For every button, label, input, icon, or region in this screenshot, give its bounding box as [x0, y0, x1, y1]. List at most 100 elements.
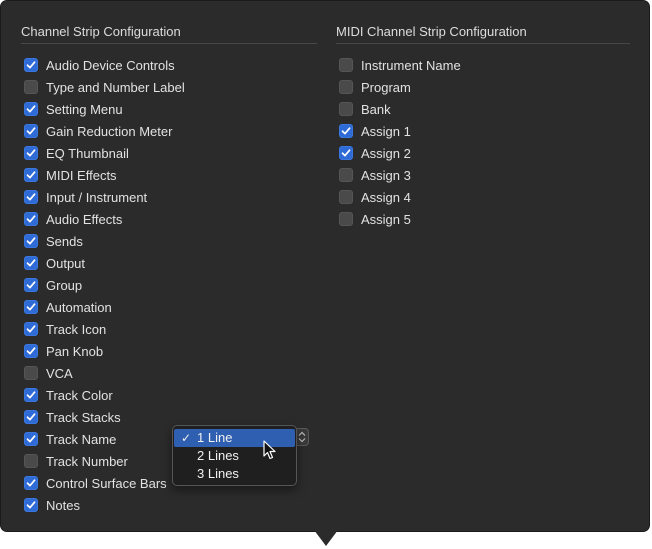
checkbox-unchecked[interactable] — [339, 168, 353, 182]
option-input-instrument[interactable]: Input / Instrument — [21, 186, 317, 208]
checkbox-unchecked[interactable] — [339, 190, 353, 204]
checkmark-icon — [26, 105, 36, 113]
option-label: Track Number — [46, 453, 128, 469]
option-label: Automation — [46, 299, 112, 315]
option-label: Audio Device Controls — [46, 57, 175, 73]
checkbox-checked[interactable] — [24, 234, 38, 248]
option-label: MIDI Effects — [46, 167, 117, 183]
option-assign-4[interactable]: Assign 4 — [336, 186, 630, 208]
checkbox-checked[interactable] — [24, 498, 38, 512]
option-label: Track Color — [46, 387, 113, 403]
option-program[interactable]: Program — [336, 76, 630, 98]
option-label: Input / Instrument — [46, 189, 148, 205]
checkbox-list: Instrument Name Program Bank Assign 1 Assign… — [336, 54, 630, 230]
option-notes[interactable]: Notes — [21, 494, 317, 516]
checkmark-icon — [26, 303, 36, 311]
option-label: Pan Knob — [46, 343, 104, 359]
checkbox-unchecked[interactable] — [24, 366, 38, 380]
checkmark-icon — [26, 413, 36, 421]
option-assign-3[interactable]: Assign 3 — [336, 164, 630, 186]
menu-item-3-lines[interactable]: 3 Lines — [174, 465, 295, 483]
option-label: Track Icon — [46, 321, 107, 337]
checkbox-checked[interactable] — [24, 344, 38, 358]
popover-arrow — [314, 530, 338, 546]
checkbox-checked[interactable] — [24, 410, 38, 424]
checkmark-icon — [341, 127, 351, 135]
mouse-pointer-icon — [263, 440, 276, 460]
checkbox-checked[interactable] — [24, 124, 38, 138]
option-label: EQ Thumbnail — [46, 145, 129, 161]
option-sends[interactable]: Sends — [21, 230, 317, 252]
option-label: Sends — [46, 233, 83, 249]
checkbox-checked[interactable] — [24, 190, 38, 204]
menu-item-label: 2 Lines — [197, 448, 239, 463]
option-label: Control Surface Bars — [46, 475, 167, 491]
option-group[interactable]: Group — [21, 274, 317, 296]
option-output[interactable]: Output — [21, 252, 317, 274]
option-setting-menu[interactable]: Setting Menu — [21, 98, 317, 120]
checkmark-icon — [341, 149, 351, 157]
checkbox-checked[interactable] — [339, 146, 353, 160]
checkbox-checked[interactable] — [339, 124, 353, 138]
checkbox-unchecked[interactable] — [339, 102, 353, 116]
checkmark-icon — [26, 281, 36, 289]
checkmark-icon — [26, 325, 36, 333]
menu-item-label: 1 Line — [197, 430, 233, 445]
option-pan-knob[interactable]: Pan Knob — [21, 340, 317, 362]
option-label: Track Name — [46, 431, 117, 447]
section-title: MIDI Channel Strip Configuration — [336, 23, 630, 44]
option-vca[interactable]: VCA — [21, 362, 317, 384]
checkbox-checked[interactable] — [24, 102, 38, 116]
option-label: Group — [46, 277, 83, 293]
checkbox-checked[interactable] — [24, 388, 38, 402]
checkbox-checked[interactable] — [24, 212, 38, 226]
option-label: Instrument Name — [361, 57, 461, 73]
checkmark-icon — [26, 149, 36, 157]
option-assign-1[interactable]: Assign 1 — [336, 120, 630, 142]
checkbox-unchecked[interactable] — [339, 80, 353, 94]
checkbox-unchecked[interactable] — [24, 454, 38, 468]
option-label: Audio Effects — [46, 211, 123, 227]
option-type-and-number-label[interactable]: Type and Number Label — [21, 76, 317, 98]
up-down-chevron-icon — [298, 431, 305, 443]
checkbox-unchecked[interactable] — [24, 80, 38, 94]
option-audio-device-controls[interactable]: Audio Device Controls — [21, 54, 317, 76]
option-track-color[interactable]: Track Color — [21, 384, 317, 406]
checkbox-checked[interactable] — [24, 168, 38, 182]
checkbox-checked[interactable] — [24, 278, 38, 292]
checkbox-checked[interactable] — [24, 432, 38, 446]
option-audio-effects[interactable]: Audio Effects — [21, 208, 317, 230]
checkmark-icon — [26, 479, 36, 487]
option-label: VCA — [46, 365, 73, 381]
option-track-icon[interactable]: Track Icon — [21, 318, 317, 340]
checkmark-icon — [26, 435, 36, 443]
track-name-popup-button[interactable] — [295, 428, 309, 446]
option-midi-effects[interactable]: MIDI Effects — [21, 164, 317, 186]
checkmark-icon — [26, 347, 36, 355]
checkbox-checked[interactable] — [24, 476, 38, 490]
checkmark-icon — [26, 501, 36, 509]
menu-item-label: 3 Lines — [197, 466, 239, 481]
option-label: Type and Number Label — [46, 79, 185, 95]
checkbox-checked[interactable] — [24, 146, 38, 160]
option-bank[interactable]: Bank — [336, 98, 630, 120]
checkbox-checked[interactable] — [24, 58, 38, 72]
checkbox-checked[interactable] — [24, 256, 38, 270]
checkbox-checked[interactable] — [24, 322, 38, 336]
midi-channel-strip-config-section: MIDI Channel Strip Configuration Instrum… — [336, 23, 630, 230]
option-label: Assign 3 — [361, 167, 411, 183]
option-label: Assign 1 — [361, 123, 411, 139]
checkmark-icon: ✓ — [181, 431, 192, 445]
option-assign-5[interactable]: Assign 5 — [336, 208, 630, 230]
checkbox-unchecked[interactable] — [339, 212, 353, 226]
option-eq-thumbnail[interactable]: EQ Thumbnail — [21, 142, 317, 164]
checkbox-unchecked[interactable] — [339, 58, 353, 72]
option-instrument-name[interactable]: Instrument Name — [336, 54, 630, 76]
option-gain-reduction-meter[interactable]: Gain Reduction Meter — [21, 120, 317, 142]
option-assign-2[interactable]: Assign 2 — [336, 142, 630, 164]
option-automation[interactable]: Automation — [21, 296, 317, 318]
option-label: Assign 4 — [361, 189, 411, 205]
checkmark-icon — [26, 237, 36, 245]
checkbox-checked[interactable] — [24, 300, 38, 314]
option-label: Output — [46, 255, 86, 271]
